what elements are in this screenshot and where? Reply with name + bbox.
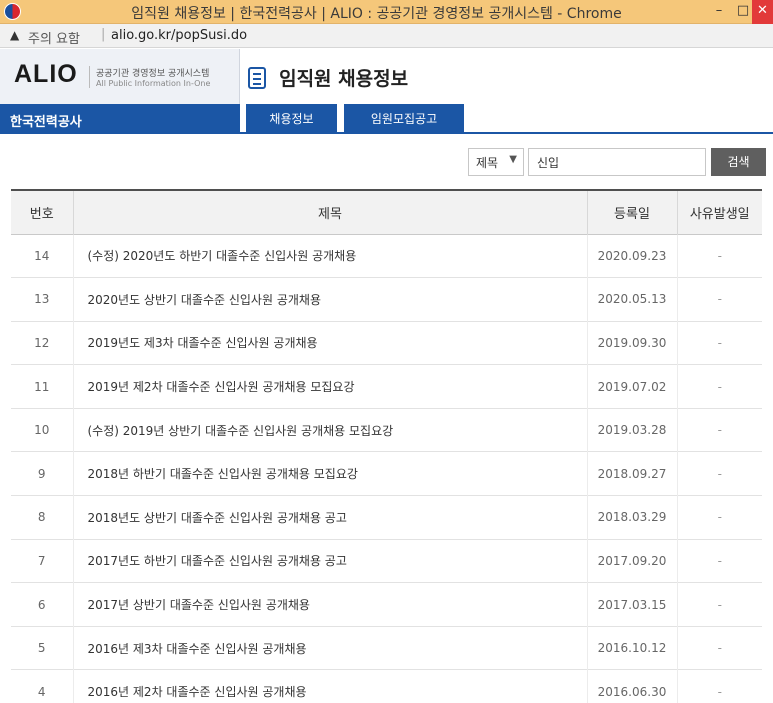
brand-subtitle-korean: 공공기관 경영정보 공개시스템 — [96, 69, 210, 79]
row-issue-date: - — [676, 364, 762, 409]
header-issue-date: 사유발생일 — [676, 190, 762, 234]
row-number: 8 — [37, 510, 46, 525]
table-header-row: 번호 제목 등록일 사유발생일 — [11, 190, 762, 234]
row-issue-date: - — [676, 451, 762, 496]
row-date: 2017.09.20 — [586, 539, 677, 583]
logo-divider — [89, 66, 90, 88]
row-issue-date: - — [676, 669, 762, 703]
close-button[interactable]: ✕ — [752, 0, 773, 24]
row-number: 14 — [34, 248, 50, 263]
window-title: 임직원 채용정보 | 한국전력공사 | ALIO : 공공기관 경영정보 공개시… — [131, 6, 622, 22]
row-title-link[interactable]: 2017년 상반기 대졸수준 신입사원 공개채용 — [72, 582, 587, 627]
header-number: 번호 — [29, 206, 54, 222]
window-title-bar: 임직원 채용정보 | 한국전력공사 | ALIO : 공공기관 경영정보 공개시… — [0, 0, 773, 24]
row-number: 13 — [34, 292, 50, 307]
navigation-row: 한국전력공사 채용정보 임원모집공고 — [0, 104, 773, 134]
row-number: 4 — [37, 684, 46, 699]
brand-subtitle-english: All Public Information In-One — [96, 79, 211, 88]
taegeuk-app-icon — [4, 3, 21, 20]
minimize-button[interactable]: – — [706, 0, 732, 24]
row-number: 5 — [37, 641, 46, 656]
row-number: 12 — [34, 335, 50, 350]
row-title-link[interactable]: 2017년도 하반기 대졸수준 신입사원 공개채용 공고 — [72, 539, 587, 583]
chevron-down-icon: ▼ — [509, 154, 517, 165]
address-bar[interactable]: ▲ 주의 요함 | alio.go.kr/popSusi.do — [0, 24, 773, 48]
table-row[interactable]: 13 2020년도 상반기 대졸수준 신입사원 공개채용 2020.05.13- — [11, 277, 762, 322]
search-bar: 제목 ▼ 검색 — [0, 146, 773, 178]
table-row[interactable]: 11 2019년 제2차 대졸수준 신입사원 공개채용 모집요강 2019.07.0… — [11, 364, 762, 409]
row-date: 2019.03.28 — [586, 408, 677, 452]
row-issue-date: - — [676, 582, 762, 627]
row-title-link[interactable]: 2020년도 상반기 대졸수준 신입사원 공개채용 — [72, 277, 587, 322]
search-input[interactable] — [528, 148, 706, 176]
row-issue-date: - — [676, 495, 762, 540]
row-title-link[interactable]: 2016년 제2차 대졸수준 신입사원 공개채용 — [72, 669, 587, 703]
row-title-link[interactable]: (수정) 2019년 상반기 대졸수준 신입사원 공개채용 모집요강 — [72, 408, 587, 452]
row-number: 6 — [37, 597, 46, 612]
search-field-select[interactable]: 제목 ▼ — [468, 148, 524, 176]
row-title-link[interactable]: 2018년도 상반기 대졸수준 신입사원 공개채용 공고 — [72, 495, 587, 540]
table-row[interactable]: 8 2018년도 상반기 대졸수준 신입사원 공개채용 공고 2018.03.29- — [11, 495, 762, 540]
table-row[interactable]: 9 2018년 하반기 대졸수준 신입사원 공개채용 모집요강 2018.09.27… — [11, 451, 762, 496]
row-number: 11 — [34, 379, 50, 394]
document-list-icon — [248, 66, 266, 89]
row-date: 2020.05.13 — [586, 277, 677, 322]
row-issue-date: - — [676, 408, 762, 452]
tab-recruitment-info[interactable]: 채용정보 — [246, 104, 337, 134]
row-date: 2016.06.30 — [586, 669, 677, 703]
row-issue-date: - — [676, 626, 762, 670]
row-date: 2018.03.29 — [586, 495, 677, 540]
search-button[interactable]: 검색 — [711, 148, 766, 176]
table-row[interactable]: 6 2017년 상반기 대졸수준 신입사원 공개채용 2017.03.15- — [11, 582, 762, 627]
recruitment-table: 번호 제목 등록일 사유발생일 14 (수정) 2020년도 하반기 대졸수준 신… — [11, 189, 762, 703]
header-date: 등록일 — [586, 190, 677, 234]
row-number: 7 — [37, 553, 46, 568]
tab-executive-recruitment[interactable]: 임원모집공고 — [344, 104, 464, 134]
table-row[interactable]: 5 2016년 제3차 대졸수준 신입사원 공개채용 2016.10.12- — [11, 626, 762, 670]
table-row[interactable]: 4 2016년 제2차 대졸수준 신입사원 공개채용 2016.06.30- — [11, 669, 762, 703]
page-header: ALIO 공공기관 경영정보 공개시스템 All Public Informat… — [0, 49, 773, 104]
row-date: 2019.07.02 — [586, 364, 677, 409]
company-name: 한국전력공사 — [0, 104, 240, 134]
row-title-link[interactable]: 2019년 제2차 대졸수준 신입사원 공개채용 모집요강 — [72, 364, 587, 409]
row-date: 2019.09.30 — [586, 321, 677, 365]
row-title-link[interactable]: 2019년도 제3차 대졸수준 신입사원 공개채용 — [72, 321, 587, 365]
page-title: 임직원 채용정보 — [279, 68, 409, 90]
row-issue-date: - — [676, 539, 762, 583]
row-title-link[interactable]: (수정) 2020년도 하반기 대졸수준 신입사원 공개채용 — [72, 234, 587, 278]
table-row[interactable]: 12 2019년도 제3차 대졸수준 신입사원 공개채용 2019.09.30- — [11, 321, 762, 365]
table-row[interactable]: 7 2017년도 하반기 대졸수준 신입사원 공개채용 공고 2017.09.20- — [11, 539, 762, 583]
alio-logo[interactable]: ALIO — [14, 60, 78, 89]
row-number: 10 — [34, 423, 50, 438]
row-title-link[interactable]: 2016년 제3차 대졸수준 신입사원 공개채용 — [72, 626, 587, 670]
header-title: 제목 — [72, 190, 587, 234]
row-issue-date: - — [676, 321, 762, 365]
row-date: 2018.09.27 — [586, 451, 677, 496]
security-warning-label[interactable]: 주의 요함 — [28, 28, 80, 47]
row-title-link[interactable]: 2018년 하반기 대졸수준 신입사원 공개채용 모집요강 — [72, 451, 587, 496]
table-row[interactable]: 10 (수정) 2019년 상반기 대졸수준 신입사원 공개채용 모집요강 2019… — [11, 408, 762, 452]
row-date: 2017.03.15 — [586, 582, 677, 627]
search-field-value: 제목 — [476, 156, 499, 170]
page-heading: 임직원 채용정보 — [248, 64, 408, 91]
url-text[interactable]: alio.go.kr/popSusi.do — [111, 28, 247, 43]
address-separator: | — [101, 27, 106, 42]
table-row[interactable]: 14 (수정) 2020년도 하반기 대졸수준 신입사원 공개채용 2020.09.… — [11, 234, 762, 278]
warning-icon[interactable]: ▲ — [10, 28, 19, 42]
alio-brand[interactable]: ALIO 공공기관 경영정보 공개시스템 All Public Informat… — [0, 49, 240, 104]
row-date: 2016.10.12 — [586, 626, 677, 670]
row-issue-date: - — [676, 234, 762, 278]
row-issue-date: - — [676, 277, 762, 322]
row-number: 9 — [37, 466, 46, 481]
row-date: 2020.09.23 — [586, 234, 677, 278]
